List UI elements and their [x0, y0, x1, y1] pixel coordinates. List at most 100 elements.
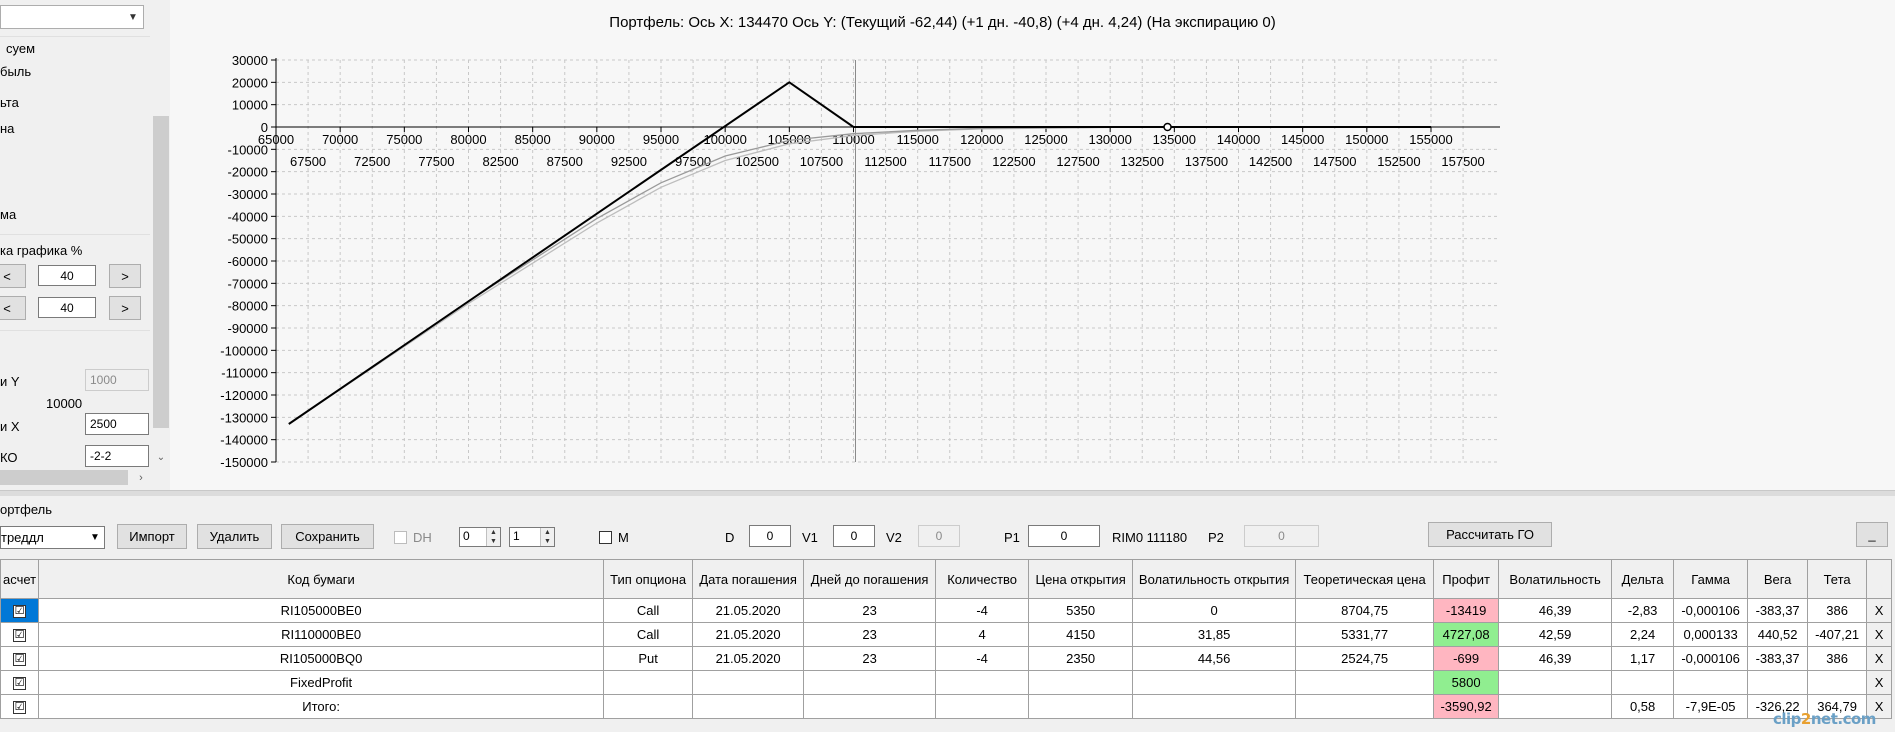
p1-input[interactable]: 0: [1028, 525, 1100, 547]
col-header-open-price[interactable]: Цена открытия: [1028, 559, 1134, 599]
minimize-button[interactable]: _: [1856, 522, 1888, 547]
row-code[interactable]: RI105000BQ0: [38, 646, 605, 671]
scroll-down-icon[interactable]: ⌄: [152, 448, 170, 466]
row-remove-button[interactable]: X: [1866, 622, 1893, 647]
left-panel-vertical-scrollbar[interactable]: ⌄: [152, 0, 170, 470]
calculate-margin-button[interactable]: Рассчитать ГО: [1428, 522, 1552, 547]
row-open-price: 4150: [1028, 622, 1134, 647]
row-calc-checkbox[interactable]: ☑: [0, 598, 40, 623]
col-header-theo[interactable]: Теоретическая цена: [1295, 559, 1435, 599]
left-top-combo[interactable]: ▼: [0, 5, 144, 29]
v2-label: V2: [886, 530, 902, 545]
scale-y-increase-button[interactable]: >: [109, 264, 141, 288]
m-checkbox[interactable]: [599, 531, 612, 544]
checkbox-checked-icon[interactable]: ☑: [13, 701, 27, 715]
col-header-qty[interactable]: Количество: [935, 559, 1030, 599]
import-button[interactable]: Импорт: [117, 524, 187, 549]
ko-input[interactable]: -2-2: [85, 445, 149, 467]
table-row[interactable]: ☑ RI110000BE0 Call 21.05.2020 23 4 4150 31,85 53…: [0, 622, 1893, 647]
y-tick-label: 20000: [232, 75, 268, 90]
row-open-vol: 44,56: [1132, 646, 1297, 671]
y-tick-label: -90000: [228, 321, 268, 336]
y-tick-label: -40000: [228, 209, 268, 224]
row-days: [803, 694, 937, 719]
dh-spinner-2[interactable]: 1 ▲ ▼: [509, 527, 555, 547]
spinner-arrows-icon[interactable]: ▲ ▼: [540, 528, 554, 546]
col-header-profit[interactable]: Профит: [1433, 559, 1500, 599]
col-header-days[interactable]: Дней до погашения: [803, 559, 937, 599]
row-code[interactable]: Итого:: [38, 694, 605, 719]
portfolio-select[interactable]: треддл ▼: [0, 526, 105, 549]
scrollbar-thumb[interactable]: [153, 116, 169, 428]
scroll-right-icon[interactable]: ›: [132, 469, 150, 486]
col-header-vol[interactable]: Волатильность: [1498, 559, 1613, 599]
row-theta: 386: [1807, 646, 1868, 671]
table-row[interactable]: ☑ Итого: -3590,92 0,58 -7,9E-05 -326,22 364,79…: [0, 694, 1893, 719]
x-tick-label: 120000: [960, 132, 1003, 147]
row-profit: 5800: [1433, 670, 1500, 695]
scrollbar-thumb[interactable]: [0, 470, 128, 485]
v1-input[interactable]: 0: [833, 525, 875, 547]
col-header-type[interactable]: Тип опциона: [603, 559, 694, 599]
col-header-calc[interactable]: асчет: [0, 559, 40, 599]
save-button[interactable]: Сохранить: [281, 524, 374, 549]
row-remove-button[interactable]: X: [1866, 598, 1893, 623]
portfolio-legend: ортфель: [0, 502, 52, 517]
y-tick-label: -100000: [220, 343, 268, 358]
scale-x-input[interactable]: 40: [38, 297, 96, 318]
step-y-input[interactable]: 1000: [85, 369, 149, 391]
scale-x-decrease-button[interactable]: <: [0, 296, 26, 320]
y-tick-label: -70000: [228, 276, 268, 291]
spinner-arrows-icon[interactable]: ▲ ▼: [486, 528, 500, 546]
scale-y-input[interactable]: 40: [38, 265, 96, 286]
row-type: [603, 694, 694, 719]
row-profit: -13419: [1433, 598, 1500, 623]
watermark-part: clip: [1773, 710, 1801, 728]
row-code[interactable]: FixedProfit: [38, 670, 605, 695]
col-header-theta[interactable]: Тета: [1807, 559, 1868, 599]
p2-input[interactable]: 0: [1244, 525, 1319, 547]
d-input[interactable]: 0: [749, 525, 791, 547]
m-label: M: [618, 530, 629, 545]
left-panel-horizontal-scrollbar[interactable]: ›: [0, 469, 150, 486]
positions-grid[interactable]: асчет Код бумаги Тип опциона Дата погаше…: [0, 559, 1893, 719]
row-code[interactable]: RI105000BE0: [38, 598, 605, 623]
checkbox-checked-icon[interactable]: ☑: [13, 605, 27, 619]
row-calc-checkbox[interactable]: ☑: [0, 694, 40, 719]
col-header-open-vol[interactable]: Волатильность открытия: [1132, 559, 1297, 599]
v2-input[interactable]: 0: [918, 525, 960, 547]
dh-spinner-1[interactable]: 0 ▲ ▼: [459, 527, 501, 547]
col-header-code[interactable]: Код бумаги: [38, 559, 605, 599]
scale-x-increase-button[interactable]: >: [109, 296, 141, 320]
table-row[interactable]: ☑ FixedProfit 5800 X: [0, 670, 1893, 695]
p1-label: P1: [1004, 530, 1020, 545]
x-tick-label: 70000: [322, 132, 358, 147]
x-tick-label: 132500: [1121, 154, 1164, 169]
row-open-price: [1028, 670, 1134, 695]
row-code[interactable]: RI110000BE0: [38, 622, 605, 647]
table-row[interactable]: ☑ RI105000BE0 Call 21.05.2020 23 -4 5350 0 8704,…: [0, 598, 1893, 623]
payoff-chart[interactable]: 3000020000100000-10000-20000-30000-40000…: [170, 0, 1895, 490]
row-remove-button[interactable]: X: [1866, 670, 1893, 695]
row-calc-checkbox[interactable]: ☑: [0, 646, 40, 671]
col-header-date[interactable]: Дата погашения: [692, 559, 805, 599]
checkbox-checked-icon[interactable]: ☑: [13, 629, 27, 643]
checkbox-checked-icon[interactable]: ☑: [13, 653, 27, 667]
col-header-vega[interactable]: Вега: [1747, 559, 1809, 599]
dh-checkbox[interactable]: [394, 531, 407, 544]
step-x-input[interactable]: 2500: [85, 413, 149, 435]
col-header-delta[interactable]: Дельта: [1611, 559, 1675, 599]
row-calc-checkbox[interactable]: ☑: [0, 670, 40, 695]
row-date: 21.05.2020: [692, 646, 805, 671]
y-tick-label: -120000: [220, 388, 268, 403]
col-header-gamma[interactable]: Гамма: [1673, 559, 1749, 599]
x-tick-label: 157500: [1441, 154, 1484, 169]
checkbox-checked-icon[interactable]: ☑: [13, 677, 27, 691]
panel-splitter[interactable]: [0, 490, 1895, 496]
delete-button[interactable]: Удалить: [197, 524, 272, 549]
row-calc-checkbox[interactable]: ☑: [0, 622, 40, 647]
table-row[interactable]: ☑ RI105000BQ0 Put 21.05.2020 23 -4 2350 44,56 25…: [0, 646, 1893, 671]
row-remove-button[interactable]: X: [1866, 646, 1893, 671]
scale-y-decrease-button[interactable]: <: [0, 264, 26, 288]
row-qty: [935, 694, 1030, 719]
